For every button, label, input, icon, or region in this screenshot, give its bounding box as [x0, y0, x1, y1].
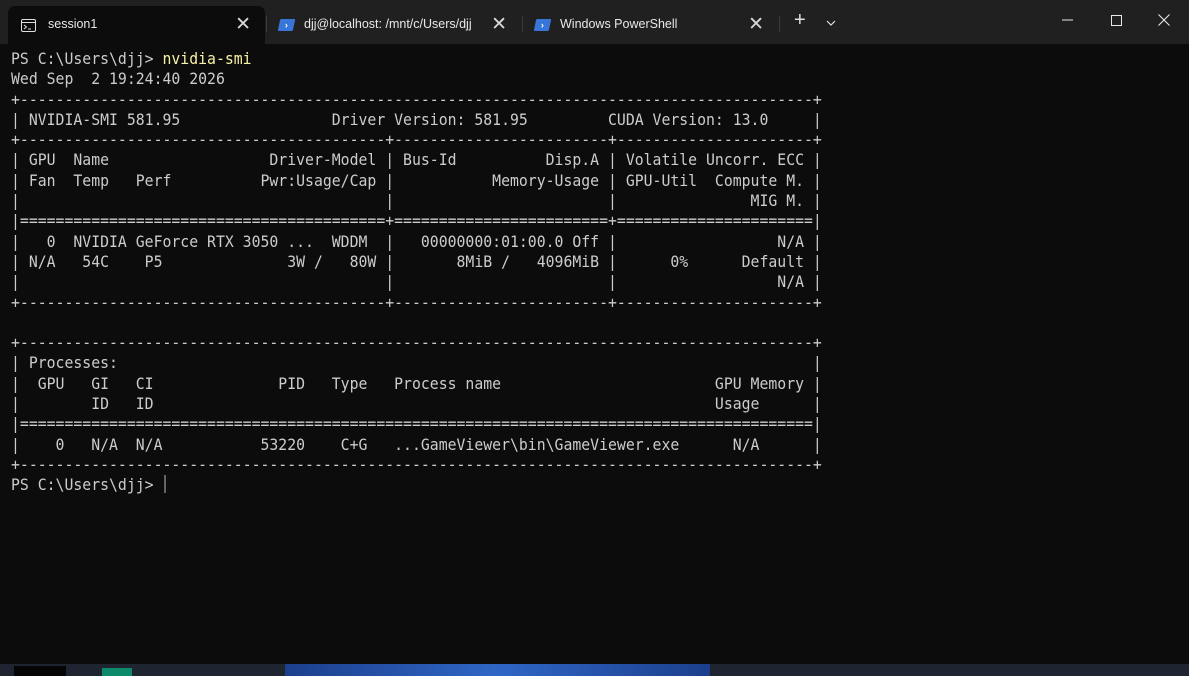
tab-windows-powershell[interactable]: › Windows PowerShell ✕ — [522, 6, 778, 44]
output-line: | Fan Temp Perf Pwr:Usage/Cap | Memory-U… — [11, 170, 822, 190]
close-tab-icon[interactable]: ✕ — [491, 13, 507, 36]
output-line: Wed Sep 2 19:24:40 2026 — [11, 69, 225, 89]
output-line: +---------------------------------------… — [11, 333, 822, 353]
output-line: | Processes: | — [11, 353, 822, 373]
prompt: PS C:\Users\djj> — [11, 49, 163, 68]
tab-bar: session1 ✕ › djj@localhost: /mnt/c/Users… — [0, 0, 1189, 44]
close-tab-icon[interactable]: ✕ — [748, 13, 764, 36]
tab-label: djj@localhost: /mnt/c/Users/djj — [304, 17, 472, 31]
output-line: | NVIDIA-SMI 581.95 Driver Version: 581.… — [11, 109, 822, 129]
maximize-button[interactable] — [1094, 8, 1138, 32]
tab-label: Windows PowerShell — [560, 17, 678, 31]
minimize-button[interactable] — [1045, 8, 1089, 32]
chevron-down-icon[interactable] — [826, 14, 836, 32]
powershell-icon: › — [277, 18, 295, 32]
terminal-icon — [20, 18, 36, 32]
taskbar-wallpaper-fragment — [285, 664, 710, 676]
close-window-button[interactable] — [1142, 8, 1186, 32]
command-text: nvidia-smi — [162, 49, 252, 68]
nvidia-smi-output: Wed Sep 2 19:24:40 2026 +---------------… — [11, 69, 822, 474]
output-line: | | | MIG M. | — [11, 191, 822, 211]
tab-wsl[interactable]: › djj@localhost: /mnt/c/Users/djj ✕ — [266, 6, 522, 44]
output-line: +---------------------------------------… — [11, 292, 822, 312]
output-line: | | | N/A | — [11, 272, 822, 292]
output-line: | GPU GI CI PID Type Process name GPU Me… — [11, 373, 822, 393]
taskbar-app-icon[interactable] — [14, 666, 66, 676]
output-line: +---------------------------------------… — [11, 89, 822, 109]
output-line: |=======================================… — [11, 414, 822, 434]
output-line: | GPU Name Driver-Model | Bus-Id Disp.A … — [11, 150, 822, 170]
taskbar-app-icon[interactable] — [102, 668, 132, 676]
output-line: |=======================================… — [11, 211, 822, 231]
text-cursor — [164, 475, 166, 494]
output-line: +---------------------------------------… — [11, 454, 822, 474]
terminal-output-area[interactable]: PS C:\Users\djj> nvidia-smi Wed Sep 2 19… — [11, 49, 822, 496]
powershell-icon: › — [533, 18, 551, 32]
output-line: | ID ID Usage | — [11, 394, 822, 414]
output-line: | 0 NVIDIA GeForce RTX 3050 ... WDDM | 0… — [11, 231, 822, 251]
tab-divider — [779, 16, 780, 32]
terminal-window: session1 ✕ › djj@localhost: /mnt/c/Users… — [0, 0, 1189, 664]
output-line: | 0 N/A N/A 53220 C+G ...GameViewer\bin\… — [11, 434, 822, 454]
close-tab-icon[interactable]: ✕ — [235, 13, 251, 36]
new-tab-button[interactable]: + — [794, 9, 806, 32]
tab-session1[interactable]: session1 ✕ — [8, 6, 265, 44]
tab-label: session1 — [48, 17, 98, 31]
output-line: +---------------------------------------… — [11, 130, 822, 150]
output-line: | N/A 54C P5 3W / 80W | 8MiB / 4096MiB |… — [11, 251, 822, 271]
prompt: PS C:\Users\djj> — [11, 475, 163, 495]
